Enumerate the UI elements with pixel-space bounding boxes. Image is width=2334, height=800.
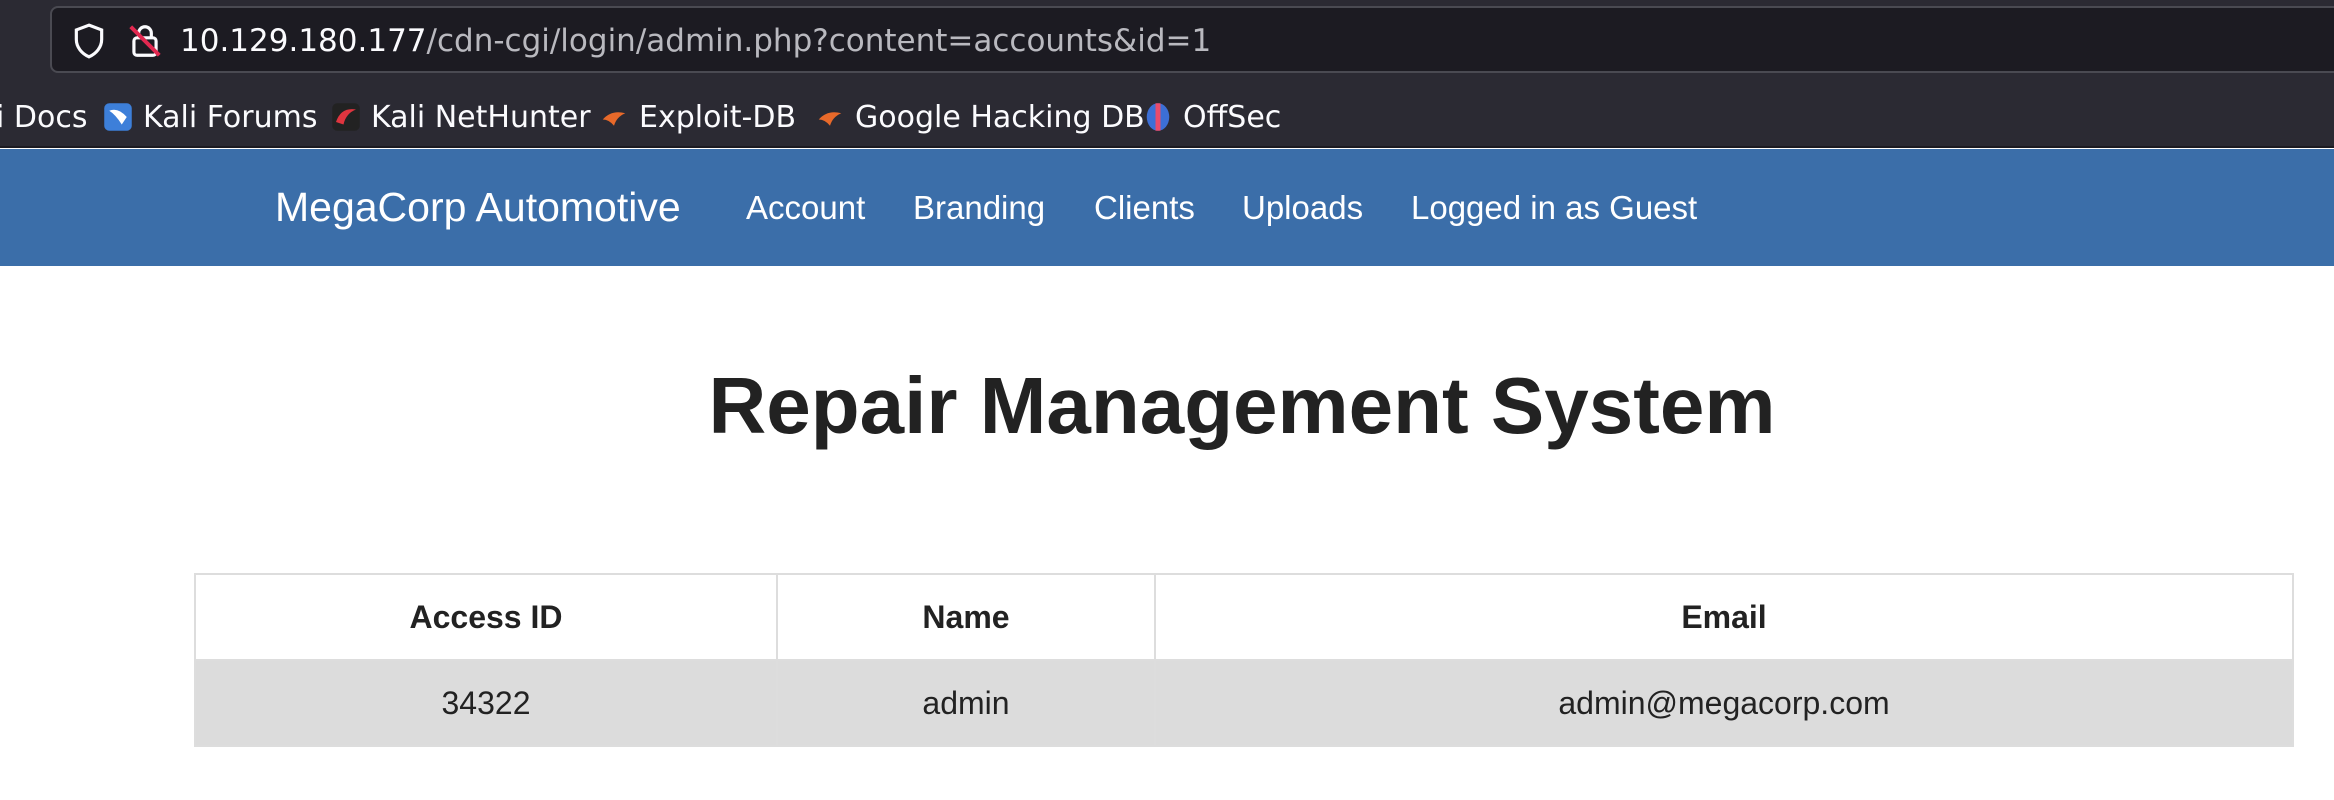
- nav-link-logged-in-user[interactable]: Logged in as Guest: [1411, 189, 1697, 227]
- shield-icon[interactable]: [70, 22, 108, 60]
- bookmark-label: i Docs: [0, 99, 88, 135]
- cell-email: admin@megacorp.com: [1154, 659, 2294, 747]
- url-host: 10.129.180.177: [180, 23, 427, 59]
- bookmark-label: Exploit-DB: [639, 99, 797, 135]
- bookmark-kali-nethunter[interactable]: Kali NetHunter: [331, 98, 591, 136]
- bookmark-kali-forums[interactable]: Kali Forums: [103, 98, 317, 136]
- kali-nethunter-icon: [332, 103, 360, 131]
- accounts-table: Access ID Name Email 34322 admin admin@m…: [194, 573, 2294, 747]
- bookmark-label: Kali Forums: [143, 99, 318, 135]
- bookmark-offsec[interactable]: OffSec: [1143, 98, 1281, 136]
- bookmark-label: Kali NetHunter: [371, 99, 591, 135]
- kali-forums-icon: [104, 103, 132, 131]
- bookmark-google-hacking-db[interactable]: Google Hacking DB: [815, 98, 1145, 136]
- bookmark-label: Google Hacking DB: [855, 99, 1145, 135]
- offsec-icon: [1146, 103, 1170, 131]
- google-hacking-db-icon: [818, 112, 842, 126]
- bookmarks-toolbar: i Docs Kali Forums Kali NetHunter Exploi…: [0, 88, 2334, 148]
- bookmark-kali-docs[interactable]: i Docs: [0, 98, 87, 136]
- nav-link-uploads[interactable]: Uploads: [1242, 189, 1363, 227]
- address-bar[interactable]: 10.129.180.177/cdn-cgi/login/admin.php?c…: [50, 6, 2334, 73]
- exploit-db-icon: [602, 112, 626, 126]
- nav-link-account[interactable]: Account: [746, 189, 865, 227]
- column-header-name: Name: [776, 573, 1156, 661]
- page-title: Repair Management System: [708, 361, 1776, 450]
- bookmark-exploit-db[interactable]: Exploit-DB: [599, 98, 796, 136]
- cell-access-id: 34322: [194, 659, 778, 747]
- bookmark-label: OffSec: [1183, 99, 1282, 135]
- column-header-email: Email: [1154, 573, 2294, 661]
- site-navbar: MegaCorp Automotive Account Branding Cli…: [0, 149, 2334, 266]
- table-row: 34322 admin admin@megacorp.com: [194, 659, 2294, 747]
- url-text[interactable]: 10.129.180.177/cdn-cgi/login/admin.php?c…: [180, 23, 1211, 59]
- url-path: /cdn-cgi/login/admin.php?content=account…: [426, 23, 1212, 59]
- insecure-lock-icon[interactable]: [126, 22, 164, 60]
- cell-name: admin: [776, 659, 1156, 747]
- column-header-access-id: Access ID: [194, 573, 778, 661]
- brand-link[interactable]: MegaCorp Automotive: [275, 184, 681, 231]
- nav-link-clients[interactable]: Clients: [1094, 189, 1195, 227]
- table-header-row: Access ID Name Email: [194, 573, 2294, 661]
- nav-link-branding[interactable]: Branding: [913, 189, 1045, 227]
- browser-toolbar: 10.129.180.177/cdn-cgi/login/admin.php?c…: [0, 0, 2334, 88]
